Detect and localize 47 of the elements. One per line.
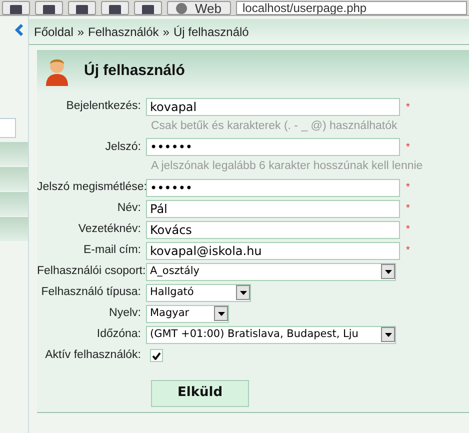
breadcrumb-separator: » <box>162 24 170 40</box>
breadcrumb-link[interactable]: Főoldal <box>34 22 74 40</box>
field-label: Felhasználó típusa: <box>40 284 142 300</box>
globe-icon <box>176 3 187 14</box>
user-avatar-icon <box>45 56 69 86</box>
toolbar-icon[interactable] <box>35 1 63 15</box>
dropdown-select[interactable]: (GMT +01:00) Bratislava, Budapest, Lju <box>146 326 396 344</box>
toolbar-icon[interactable] <box>68 1 96 15</box>
required-mark: * <box>406 202 410 216</box>
dropdown-select[interactable]: Hallgató <box>146 284 251 302</box>
required-mark: * <box>406 181 410 195</box>
field-label: Bejelentkezés: <box>65 99 142 114</box>
toolbar-icon[interactable] <box>134 1 162 15</box>
text-input[interactable]: •••••• <box>146 178 400 196</box>
required-mark: * <box>406 223 410 237</box>
panel-title: Új felhasználó <box>84 60 185 82</box>
field-label: Időzóna: <box>96 326 142 342</box>
breadcrumb-separator: » <box>77 24 84 40</box>
field-label: Jelszó: <box>104 140 142 155</box>
checkbox[interactable] <box>150 349 163 362</box>
field-hint: A jelszónak legalább 6 karakter hosszúnak kell lennie <box>151 159 424 174</box>
toolbar-icon[interactable] <box>2 1 30 15</box>
dropdown-select[interactable]: A_osztály <box>146 262 396 280</box>
back-chevron-icon[interactable] <box>15 24 23 36</box>
breadcrumb-link[interactable]: Új felhasználó <box>173 22 249 40</box>
toolbar-icon[interactable] <box>101 1 129 15</box>
submit-button[interactable]: Elküld <box>151 380 249 406</box>
required-mark: * <box>406 244 410 258</box>
field-label: Jelszó megismétlése: <box>37 180 146 195</box>
breadcrumb-link[interactable]: Felhasználók <box>88 22 159 40</box>
field-label: Felhasználói csoport: <box>37 264 146 279</box>
text-input[interactable]: kovapal <box>146 98 400 116</box>
field-label: Név: <box>116 200 142 216</box>
text-input[interactable]: Kovács <box>146 220 400 238</box>
field-hint: Csak betűk és karakterek (. - _ @) használhatók <box>151 119 398 134</box>
field-label: Nyelv: <box>108 306 142 321</box>
sidebar-field[interactable] <box>0 118 16 138</box>
required-mark: * <box>406 140 410 155</box>
web-button[interactable]: Web <box>167 1 230 15</box>
required-mark: * <box>406 100 410 114</box>
field-label: Aktív felhasználók: <box>44 348 142 363</box>
field-label: E-mail cím: <box>82 242 142 258</box>
field-label: Vezetéknév: <box>77 222 142 237</box>
text-input[interactable]: Pál <box>146 200 400 218</box>
dropdown-select[interactable]: Magyar <box>146 304 229 322</box>
text-input[interactable]: •••••• <box>146 138 400 156</box>
text-input[interactable]: kovapal@iskola.hu <box>146 242 400 260</box>
